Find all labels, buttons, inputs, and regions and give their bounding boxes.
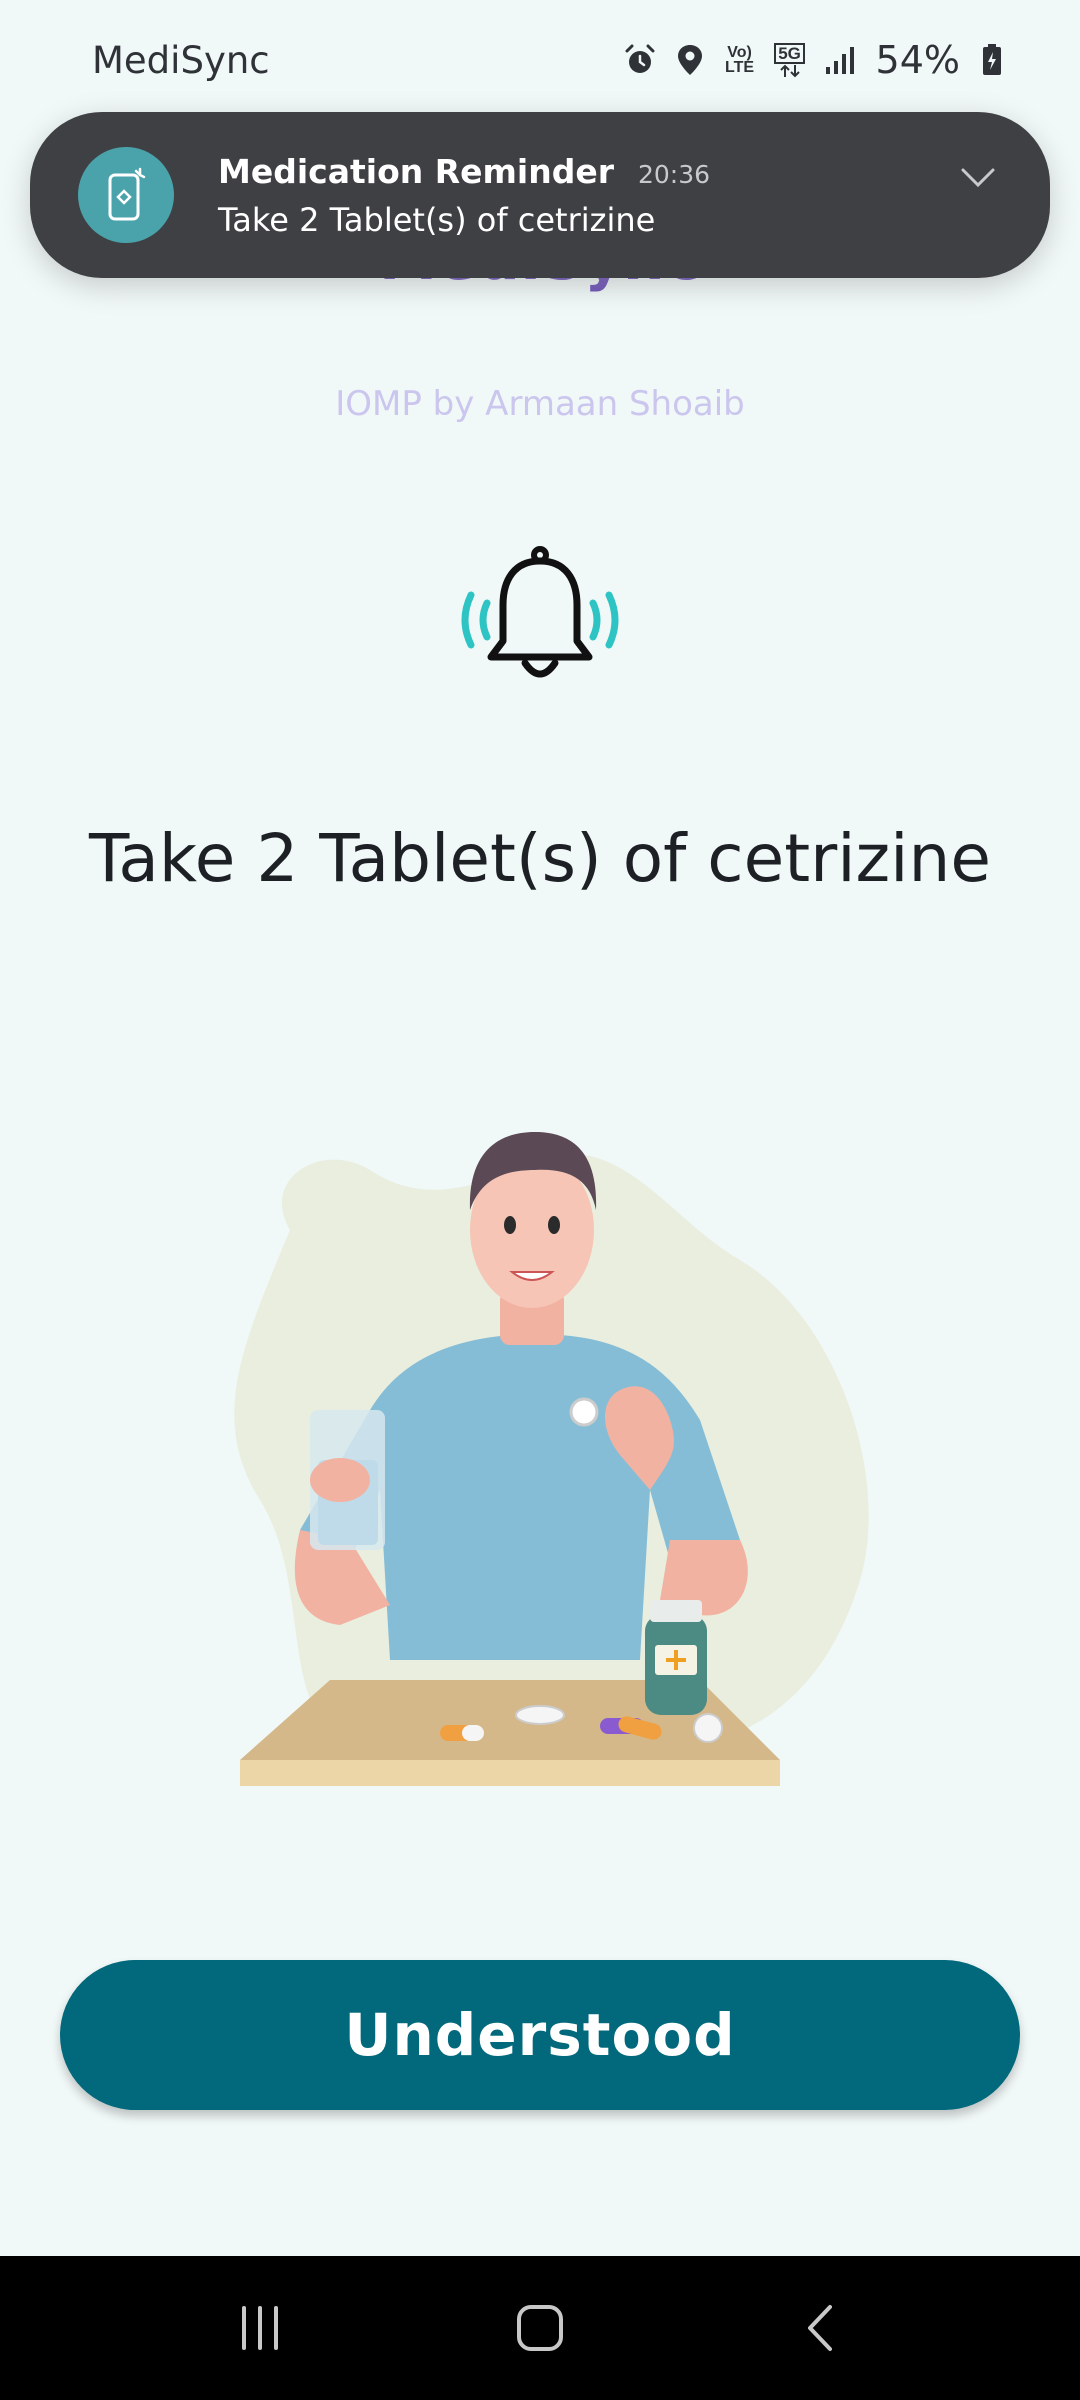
alarm-icon (622, 42, 658, 78)
location-icon (672, 42, 708, 78)
recent-apps-icon[interactable] (220, 2288, 300, 2368)
battery-charging-icon (974, 42, 1010, 78)
5g-data-icon: 5G (772, 42, 808, 78)
understood-button[interactable]: Understood (60, 1960, 1020, 2110)
ringing-bell-icon (445, 545, 635, 695)
phone-reminder-icon (78, 147, 174, 243)
status-app-name: MediSync (92, 38, 270, 82)
reminder-screen: MediSync IOMP by Armaan Shoaib MediSync … (0, 0, 1080, 2400)
notification-text: Medication Reminder 20:36 Take 2 Tablet(… (218, 152, 710, 239)
home-icon[interactable] (500, 2288, 580, 2368)
battery-percent: 54% (875, 38, 960, 82)
navigation-bar (0, 2256, 1080, 2400)
volte-icon: Vo) LTE (725, 44, 755, 76)
notification-title: Medication Reminder (218, 151, 614, 191)
notification-time: 20:36 (637, 159, 711, 189)
notification-body: Take 2 Tablet(s) of cetrizine (218, 200, 656, 239)
status-bar: MediSync Vo) LTE 5G 54% (0, 0, 1080, 120)
notification-header: Medication Reminder 20:36 (218, 152, 710, 191)
back-icon[interactable] (780, 2288, 860, 2368)
medication-notification[interactable]: Medication Reminder 20:36 Take 2 Tablet(… (30, 112, 1050, 278)
chevron-down-icon[interactable] (956, 156, 1000, 200)
app-subtitle: IOMP by Armaan Shoaib (335, 384, 745, 424)
network-type-label: 5G (774, 42, 805, 64)
signal-icon (822, 42, 858, 78)
reminder-message: Take 2 Tablet(s) of cetrizine (89, 820, 991, 897)
status-icons: Vo) LTE 5G 54% (622, 38, 1010, 82)
man-taking-medicine-illustration (200, 1060, 900, 1800)
